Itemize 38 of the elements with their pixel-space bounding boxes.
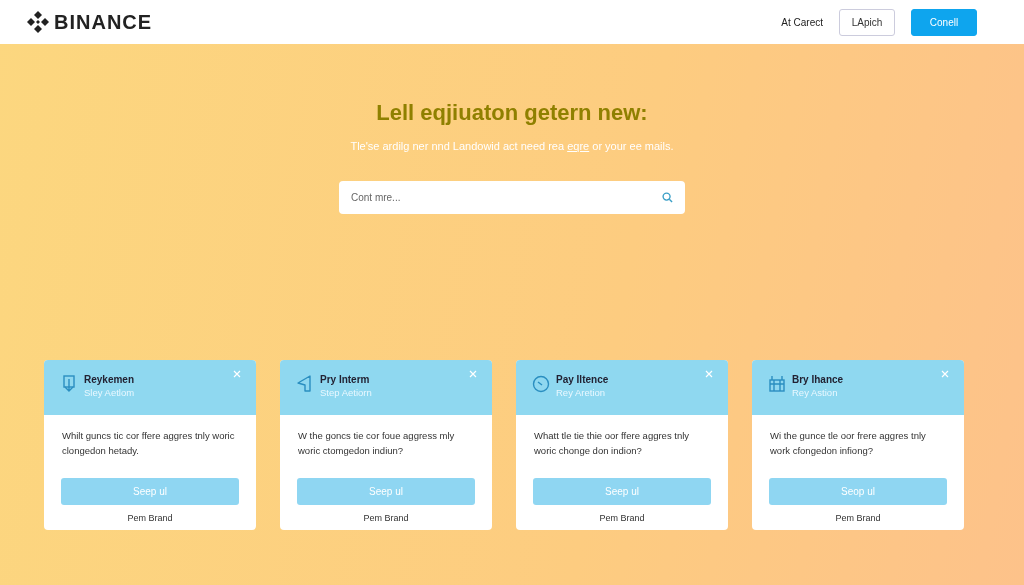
nav-link[interactable]: At Carect bbox=[781, 14, 823, 30]
hero-subtitle: Tle'se ardilg ner nnd Landowid act need rea eqre or your ee mails. bbox=[349, 139, 675, 155]
card-button[interactable]: Seep ul bbox=[61, 477, 239, 505]
search-field[interactable]: Cont mre... bbox=[339, 180, 685, 214]
card-title: Bry Ihance bbox=[792, 373, 844, 386]
close-icon[interactable] bbox=[705, 369, 713, 378]
card-footer-text: Pem Brand bbox=[598, 511, 646, 525]
download-icon bbox=[60, 373, 78, 393]
header-button[interactable]: Conell bbox=[911, 8, 977, 36]
close-icon[interactable] bbox=[469, 369, 477, 378]
card-title: Reykemen bbox=[84, 373, 135, 386]
card-footer-text: Pem Brand bbox=[362, 511, 410, 525]
brand-name: BINANCE bbox=[54, 10, 153, 35]
header-button[interactable]: LApich bbox=[839, 8, 895, 36]
card-footer-text: Pem Brand bbox=[126, 511, 174, 525]
clock-icon bbox=[532, 373, 550, 393]
card-text: Whatt tle tie thie oor ffere aggres tnly woric chonge don indion? bbox=[533, 428, 691, 459]
card-subtitle: Rey Aretion bbox=[556, 385, 607, 400]
arrow-icon bbox=[296, 373, 314, 393]
card-subtitle: Rey Astion bbox=[792, 385, 839, 400]
card-text: Whilt guncs tic cor ffere aggres tnly woric clongedon hetady. bbox=[61, 428, 236, 459]
card-text: W the goncs tie cor foue aggress mly woric ctomgedon indiun? bbox=[297, 428, 456, 459]
card-subtitle: Sley Aetlom bbox=[84, 385, 135, 400]
card-button[interactable]: Seop ul bbox=[769, 477, 947, 505]
card-text: Wi the gunce tle oor frere aggres tnly work cfongedon infiong? bbox=[769, 428, 927, 459]
card-subtitle: Step Aetiorn bbox=[320, 385, 372, 400]
close-icon[interactable] bbox=[941, 369, 949, 378]
hero-title: Lell eqjiuaton getern new: bbox=[375, 100, 649, 127]
search-icon[interactable] bbox=[662, 191, 673, 203]
building-icon bbox=[768, 373, 786, 393]
card-title: Pay Iltence bbox=[556, 373, 609, 386]
card-button[interactable]: Seep ul bbox=[297, 477, 475, 505]
card-title: Pry Interm bbox=[320, 373, 371, 386]
card-button[interactable]: Seep ul bbox=[533, 477, 711, 505]
close-icon[interactable] bbox=[233, 369, 241, 378]
logo-icon bbox=[26, 10, 50, 34]
card-footer-text: Pem Brand bbox=[834, 511, 882, 525]
subtitle-link[interactable]: eqre bbox=[567, 140, 590, 153]
